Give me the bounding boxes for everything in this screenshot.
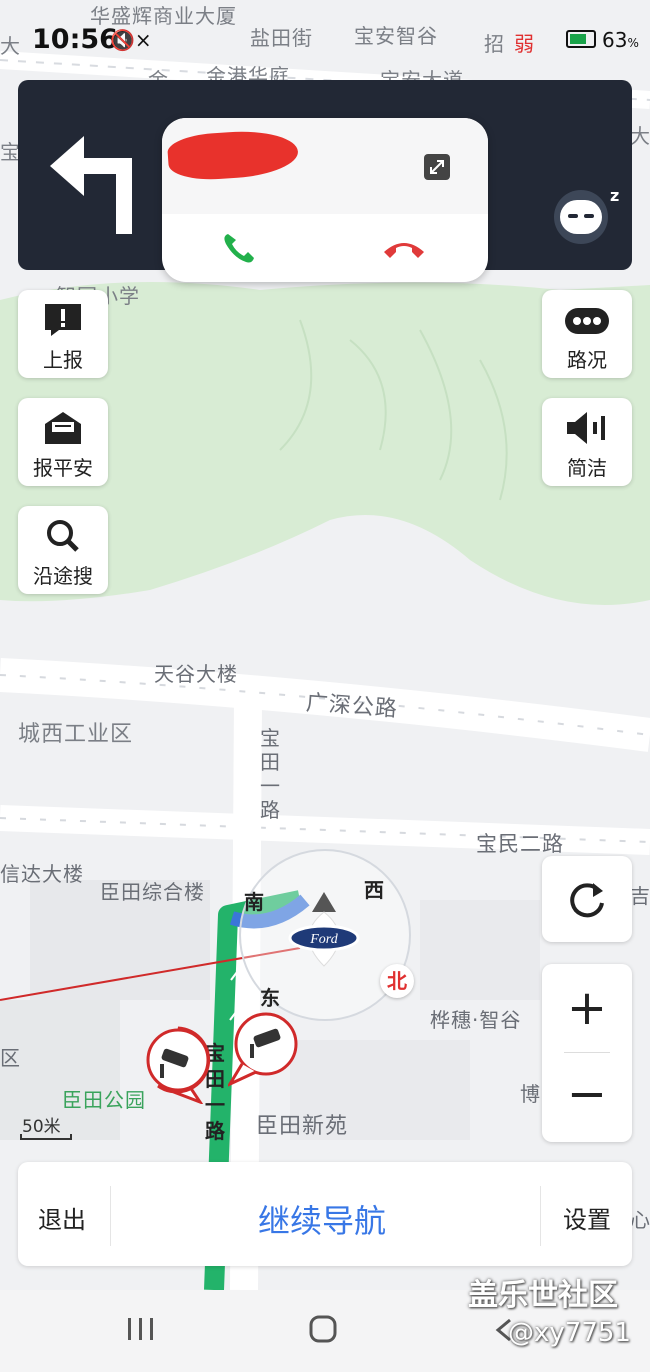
status-time: 10:56 [32, 24, 118, 55]
map-label: 臣田公园 [62, 1088, 146, 1112]
battery-percent: 63% [602, 28, 639, 52]
safe-report-button[interactable]: 报平安 [18, 398, 108, 486]
search-icon [47, 520, 79, 552]
map-label: 宝田一路 [260, 726, 281, 822]
map-label: 广深公路 [305, 690, 399, 723]
search-along-route-button[interactable]: 沿途搜 [18, 506, 108, 594]
watermark-title: 盖乐世社区 [468, 1278, 618, 1313]
exit-button[interactable]: 退出 [38, 1200, 86, 1235]
scale-bar [20, 1134, 72, 1140]
map-label: 天谷大楼 [154, 662, 238, 686]
incoming-call-popup[interactable] [162, 118, 488, 282]
traffic-label: 路况 [567, 348, 607, 372]
map-label: 臣田新苑 [256, 1114, 349, 1139]
zoom-control: + − [542, 964, 632, 1142]
report-button[interactable]: 上报 [18, 290, 108, 378]
continue-navigation-button[interactable]: 继续导航 [258, 1196, 386, 1242]
refresh-icon [570, 883, 604, 918]
mute-icon: 🔇× [110, 28, 152, 52]
compass-east: 东 [260, 986, 280, 1010]
speed-camera-icon [228, 1012, 298, 1087]
car-brand: Ford [309, 932, 338, 947]
sleep-mark: z [610, 186, 620, 205]
zoom-in-button[interactable]: + [542, 964, 632, 1052]
envelope-icon [45, 412, 81, 444]
status-bar: 10:56 🔇× 弱 63% [0, 0, 650, 80]
voice-mode-button[interactable]: 简洁 [542, 398, 632, 486]
watermark-user: @xy7751 [508, 1318, 631, 1348]
compass-south: 南 [244, 890, 264, 914]
zoom-out-button[interactable]: − [542, 1054, 632, 1142]
map-label: 桦穗·智谷 [430, 1008, 522, 1032]
map-label: 区 [0, 1046, 21, 1070]
robot-assistant-icon[interactable] [554, 190, 608, 244]
battery-icon [566, 30, 596, 48]
settings-button[interactable]: 设置 [563, 1200, 611, 1235]
map-label: 吉 [630, 884, 650, 908]
more-dots-icon [565, 308, 609, 334]
search-along-route-label: 沿途搜 [33, 564, 93, 588]
phone-hangup-icon[interactable] [382, 236, 426, 260]
report-label: 上报 [43, 348, 83, 372]
bottom-action-bar: 退出 继续导航 设置 [18, 1162, 632, 1266]
map-label: 博 [520, 1082, 541, 1106]
report-alert-icon [45, 304, 81, 336]
speed-camera-icon [146, 1026, 211, 1104]
map-label: 城西工业区 [18, 722, 134, 747]
safe-report-label: 报平安 [33, 456, 93, 480]
compass-west: 西 [364, 878, 384, 902]
map-label: 大 [630, 124, 650, 148]
recents-icon[interactable] [126, 1316, 156, 1342]
car-marker-icon: Ford [288, 892, 360, 967]
left-turn-arrow-icon [50, 136, 132, 234]
map-label: 臣田综合楼 [100, 880, 205, 904]
map-label: 心 [630, 1208, 650, 1232]
traffic-button[interactable]: 路况 [542, 290, 632, 378]
expand-icon[interactable] [424, 154, 450, 180]
home-icon[interactable] [308, 1314, 338, 1344]
speaker-icon [567, 412, 605, 444]
phone-accept-icon[interactable] [220, 230, 256, 266]
compass-north: 北 [380, 964, 414, 998]
voice-mode-label: 简洁 [567, 456, 607, 480]
signal-weak-text: 弱 [514, 32, 534, 56]
recenter-button[interactable] [542, 856, 632, 942]
map-label: 宝民二路 [476, 832, 564, 856]
map-label: 信达大楼 [0, 862, 84, 886]
